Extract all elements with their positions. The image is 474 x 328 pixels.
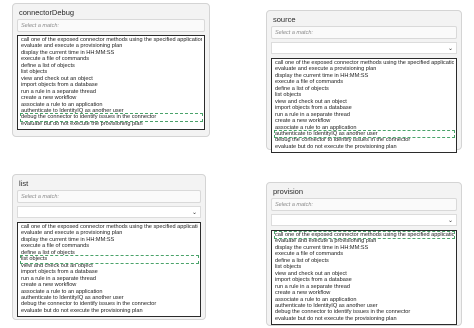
option-item[interactable]: evaluate but do not execute the provisio… — [21, 121, 202, 127]
option-item[interactable]: evaluate but do not execute the provisio… — [275, 316, 454, 322]
chevron-down-icon: ⌄ — [447, 218, 453, 224]
select-placeholder: Select a match: — [21, 23, 59, 29]
options-list: call one of the exposed connector method… — [17, 35, 205, 131]
panel-title: list — [19, 179, 29, 188]
panel-title: connectorDebug — [19, 8, 75, 17]
select-placeholder: Select a match: — [275, 30, 313, 36]
options-list: call one of the exposed connector method… — [271, 58, 457, 154]
dropdown-toggle[interactable]: ⌄ — [271, 42, 457, 54]
options-list: call one of the exposed connector method… — [17, 222, 201, 318]
chevron-down-icon: ⌄ — [447, 46, 453, 52]
match-select[interactable]: Select a match: — [17, 190, 201, 203]
select-placeholder: Select a match: — [21, 194, 59, 200]
panel-title: source — [273, 15, 296, 24]
source-panel: source Select a match: ⌄ call one of the… — [266, 10, 462, 154]
connector-debug-panel: connectorDebug Select a match: call one … — [12, 3, 210, 137]
option-item[interactable]: evaluate but do not execute the provisio… — [275, 144, 454, 150]
match-select[interactable]: Select a match: — [271, 26, 457, 39]
match-select[interactable]: Select a match: — [271, 198, 457, 211]
provision-panel: provision Select a match: ⌄ call one of … — [266, 182, 462, 326]
chevron-down-icon: ⌄ — [191, 210, 197, 216]
panel-title: provision — [273, 187, 304, 196]
dropdown-toggle[interactable]: ⌄ — [17, 206, 201, 218]
select-placeholder: Select a match: — [275, 202, 313, 208]
options-list: call one of the exposed connector method… — [271, 230, 457, 326]
dropdown-toggle[interactable]: ⌄ — [271, 214, 457, 226]
list-panel: list Select a match: ⌄ call one of the e… — [12, 174, 206, 320]
option-item[interactable]: evaluate but do not execute the provisio… — [21, 308, 198, 314]
match-select[interactable]: Select a match: — [17, 19, 205, 32]
